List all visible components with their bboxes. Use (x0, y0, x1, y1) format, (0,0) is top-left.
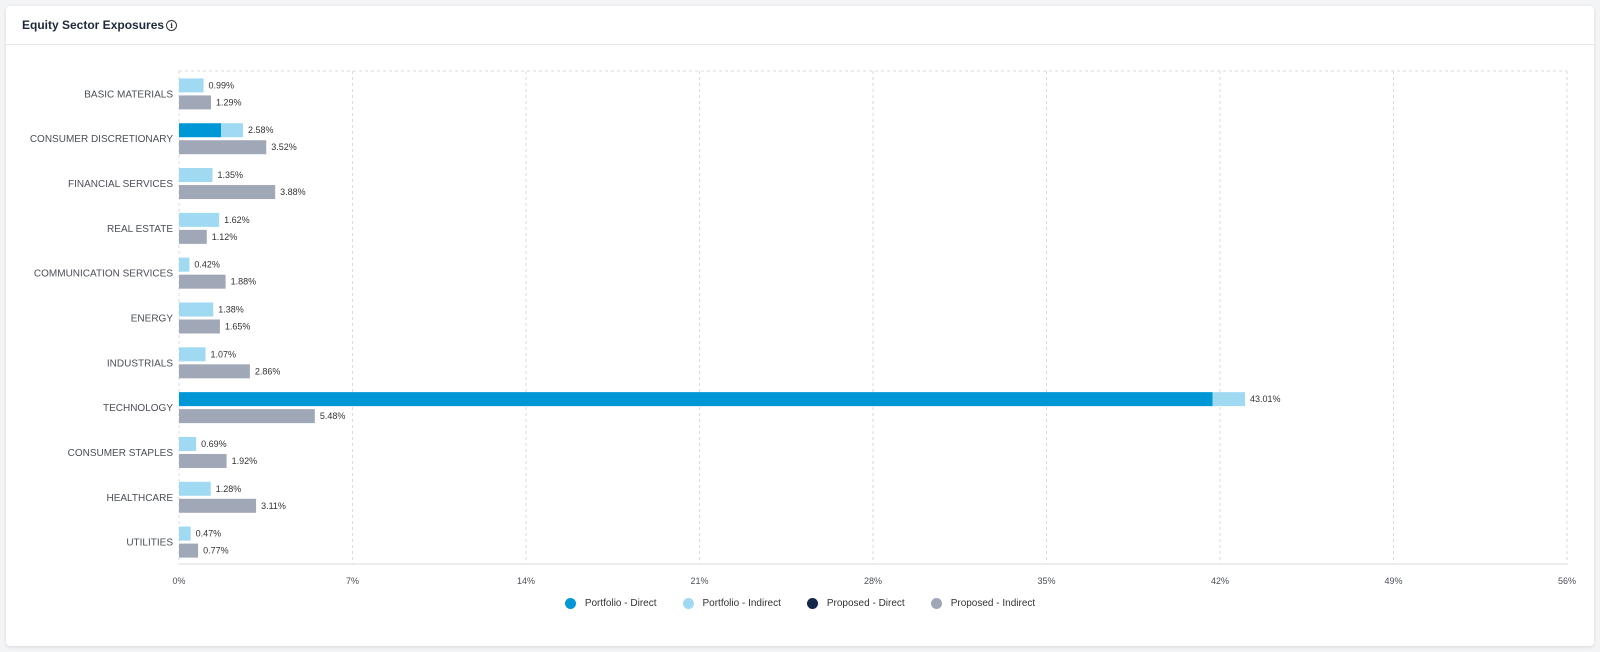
data-label-proposed: 3.11% (261, 501, 286, 511)
category-label: HEALTHCARE (107, 493, 174, 504)
legend-label: Proposed - Indirect (950, 598, 1036, 609)
data-label-proposed: 1.65% (225, 322, 251, 332)
chart-legend: Portfolio - Direct Portfolio - Indirect Pr… (0, 598, 1600, 609)
bar-portfolio-indirect (179, 347, 206, 362)
bar-portfolio-direct (179, 392, 1213, 407)
bar-proposed-indirect (179, 274, 226, 289)
bar-portfolio-indirect (179, 257, 190, 272)
category-label: COMMUNICATION SERVICES (34, 269, 173, 280)
legend-item[interactable]: Proposed - Indirect (930, 598, 1036, 609)
bar-portfolio-indirect (179, 481, 211, 496)
x-tick-label: 56% (1558, 576, 1576, 586)
bar-proposed-indirect (179, 364, 250, 379)
data-label-proposed: 1.12% (212, 232, 238, 242)
legend-marker (682, 598, 694, 609)
legend-label: Portfolio - Indirect (702, 598, 781, 609)
bar-proposed-indirect (179, 319, 220, 334)
data-label-proposed: 1.29% (216, 97, 242, 107)
data-label-portfolio: 0.99% (209, 80, 235, 90)
bar-proposed-indirect (179, 409, 315, 424)
bar-proposed-indirect (179, 543, 199, 558)
x-tick-label: 49% (1384, 576, 1402, 586)
bar-portfolio-indirect (179, 78, 204, 93)
data-label-portfolio: 1.28% (216, 484, 242, 494)
data-label-portfolio: 1.62% (224, 215, 250, 225)
category-label: FINANCIAL SERVICES (68, 179, 173, 190)
category-label: UTILITIES (126, 538, 173, 549)
bar-proposed-indirect (179, 185, 276, 200)
legend-marker (930, 598, 942, 609)
data-label-proposed: 1.88% (231, 277, 257, 287)
x-tick-label: 7% (346, 576, 359, 586)
legend-marker (564, 598, 576, 609)
category-label: REAL ESTATE (107, 224, 173, 235)
bar-portfolio-indirect (179, 212, 220, 227)
data-label-portfolio: 1.35% (217, 170, 243, 180)
category-label: TECHNOLOGY (103, 403, 173, 414)
bar-portfolio-indirect (179, 302, 214, 317)
x-tick-label: 21% (690, 576, 708, 586)
bar-portfolio-indirect (179, 526, 191, 541)
x-tick-label: 0% (172, 576, 185, 586)
x-tick-label: 14% (517, 576, 535, 586)
bar-proposed-indirect (179, 95, 211, 110)
category-label: INDUSTRIALS (107, 358, 173, 369)
bar-portfolio-direct (179, 123, 222, 138)
data-label-portfolio: 2.58% (248, 125, 274, 135)
data-label-portfolio: 43.01% (1250, 394, 1281, 404)
x-tick-label: 35% (1037, 576, 1055, 586)
data-label-portfolio: 0.69% (201, 439, 227, 449)
sector-exposure-chart: 0% 7% 14% 21% 28% 35% 42% 49% 56% BASIC MATERIALS… (30, 70, 1576, 586)
data-label-portfolio: 1.07% (211, 349, 237, 359)
legend-item[interactable]: Portfolio - Direct (564, 598, 657, 609)
legend-item[interactable]: Portfolio - Indirect (682, 598, 781, 609)
x-tick-label: 28% (864, 576, 882, 586)
legend-label: Portfolio - Direct (584, 598, 657, 609)
category-label: BASIC MATERIALS (84, 89, 173, 100)
legend-marker (806, 598, 818, 609)
bar-proposed-indirect (179, 453, 227, 468)
category-label: CONSUMER STAPLES (68, 448, 174, 459)
bar-proposed-indirect (179, 498, 257, 513)
category-label: CONSUMER DISCRETIONARY (30, 134, 173, 145)
data-label-proposed: 3.52% (271, 142, 297, 152)
bar-proposed-indirect (179, 140, 267, 155)
legend-item[interactable]: Proposed - Direct (806, 598, 905, 609)
data-label-proposed: 3.88% (280, 187, 306, 197)
x-tick-label: 42% (1211, 576, 1229, 586)
bar-proposed-indirect (179, 229, 207, 244)
data-label-portfolio: 0.42% (194, 260, 220, 270)
bar-portfolio-indirect (221, 123, 243, 138)
data-label-portfolio: 0.47% (196, 529, 222, 539)
data-label-proposed: 2.86% (255, 366, 281, 376)
data-label-proposed: 5.48% (320, 411, 346, 421)
bar-portfolio-indirect (1212, 392, 1246, 407)
category-label: ENERGY (131, 314, 174, 325)
data-label-proposed: 0.77% (203, 546, 229, 556)
data-label-portfolio: 1.38% (218, 305, 244, 315)
data-label-proposed: 1.92% (232, 456, 258, 466)
bar-portfolio-indirect (179, 168, 213, 183)
legend-label: Proposed - Direct (826, 598, 905, 609)
bar-portfolio-indirect (179, 436, 197, 451)
